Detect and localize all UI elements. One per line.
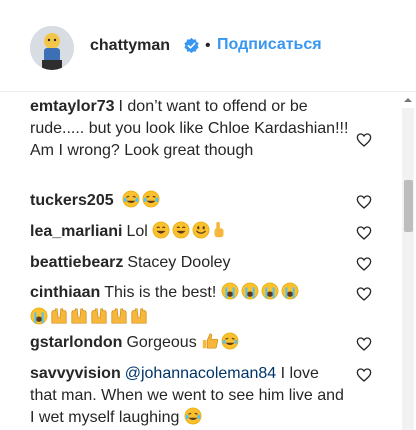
comments-list: emtaylor73 I don’t want to offend or be r…	[0, 92, 400, 430]
laughing-crying-emoji-icon	[184, 407, 202, 430]
scrollbar-thumb[interactable]	[404, 180, 413, 232]
comment-item: lea_marliani Lol	[30, 221, 350, 246]
comment-text: Stacey Dooley	[127, 254, 231, 271]
header-separator: •	[205, 37, 211, 54]
comment-username[interactable]: beattiebearz	[30, 254, 123, 271]
verified-badge-icon	[184, 37, 199, 54]
comment-username[interactable]: tuckers205	[30, 192, 114, 209]
thumbs-up-emoji-icon	[201, 332, 219, 357]
crying-emoji-icon	[281, 282, 299, 307]
raising-hands-emoji-icon	[50, 307, 68, 332]
comment-item: gstarlondon Gorgeous	[30, 332, 350, 357]
post-header: chattyman • Подписаться	[0, 0, 416, 92]
comment-text: This is the best!	[104, 284, 217, 301]
grinning-emoji-icon	[192, 221, 210, 246]
like-heart-icon[interactable]	[356, 286, 372, 302]
follow-button[interactable]: Подписаться	[217, 36, 322, 54]
comment-item: savvyvision @johannacoleman84 I love that…	[30, 363, 350, 430]
like-heart-icon[interactable]	[356, 367, 372, 383]
like-heart-icon[interactable]	[356, 225, 372, 241]
raising-hands-emoji-icon	[90, 307, 108, 332]
profile-avatar[interactable]	[30, 26, 74, 70]
comment-username[interactable]: cinthiaan	[30, 284, 100, 301]
like-heart-icon[interactable]	[356, 336, 372, 352]
scrollbar-track[interactable]	[402, 108, 414, 430]
raising-hands-emoji-icon	[130, 307, 148, 332]
comment-mention-link[interactable]: @johannacoleman84	[125, 365, 276, 382]
comment-username[interactable]: lea_marliani	[30, 223, 123, 240]
laughing-crying-emoji-icon	[221, 332, 239, 357]
laughing-crying-emoji-icon	[122, 190, 140, 215]
pointing-up-hand-emoji-icon	[212, 221, 226, 246]
crying-emoji-icon	[261, 282, 279, 307]
scroll-up-arrow-icon[interactable]	[402, 96, 414, 104]
comment-text: Lol	[126, 223, 148, 240]
laughing-crying-emoji-icon	[142, 190, 160, 215]
raising-hands-emoji-icon	[110, 307, 128, 332]
crying-emoji-icon	[30, 307, 48, 332]
like-heart-icon[interactable]	[356, 194, 372, 210]
comment-username[interactable]: gstarlondon	[30, 334, 122, 351]
comment-item: cinthiaan This is the best!	[30, 282, 350, 332]
crying-emoji-icon	[221, 282, 239, 307]
like-heart-icon[interactable]	[356, 256, 372, 272]
laughing-emoji-icon	[172, 221, 190, 246]
laughing-emoji-icon	[152, 221, 170, 246]
comment-item: emtaylor73 I don’t want to offend or be r…	[30, 96, 350, 162]
comment-text: Gorgeous	[126, 334, 197, 351]
avatar-image	[30, 26, 74, 70]
comment-username[interactable]: emtaylor73	[30, 98, 115, 115]
comment-item: tuckers205	[30, 190, 350, 215]
raising-hands-emoji-icon	[70, 307, 88, 332]
comment-item: beattiebearz Stacey Dooley	[30, 252, 350, 274]
crying-emoji-icon	[241, 282, 259, 307]
profile-username[interactable]: chattyman	[90, 37, 170, 55]
comment-username[interactable]: savvyvision	[30, 365, 121, 382]
like-heart-icon[interactable]	[356, 132, 372, 148]
